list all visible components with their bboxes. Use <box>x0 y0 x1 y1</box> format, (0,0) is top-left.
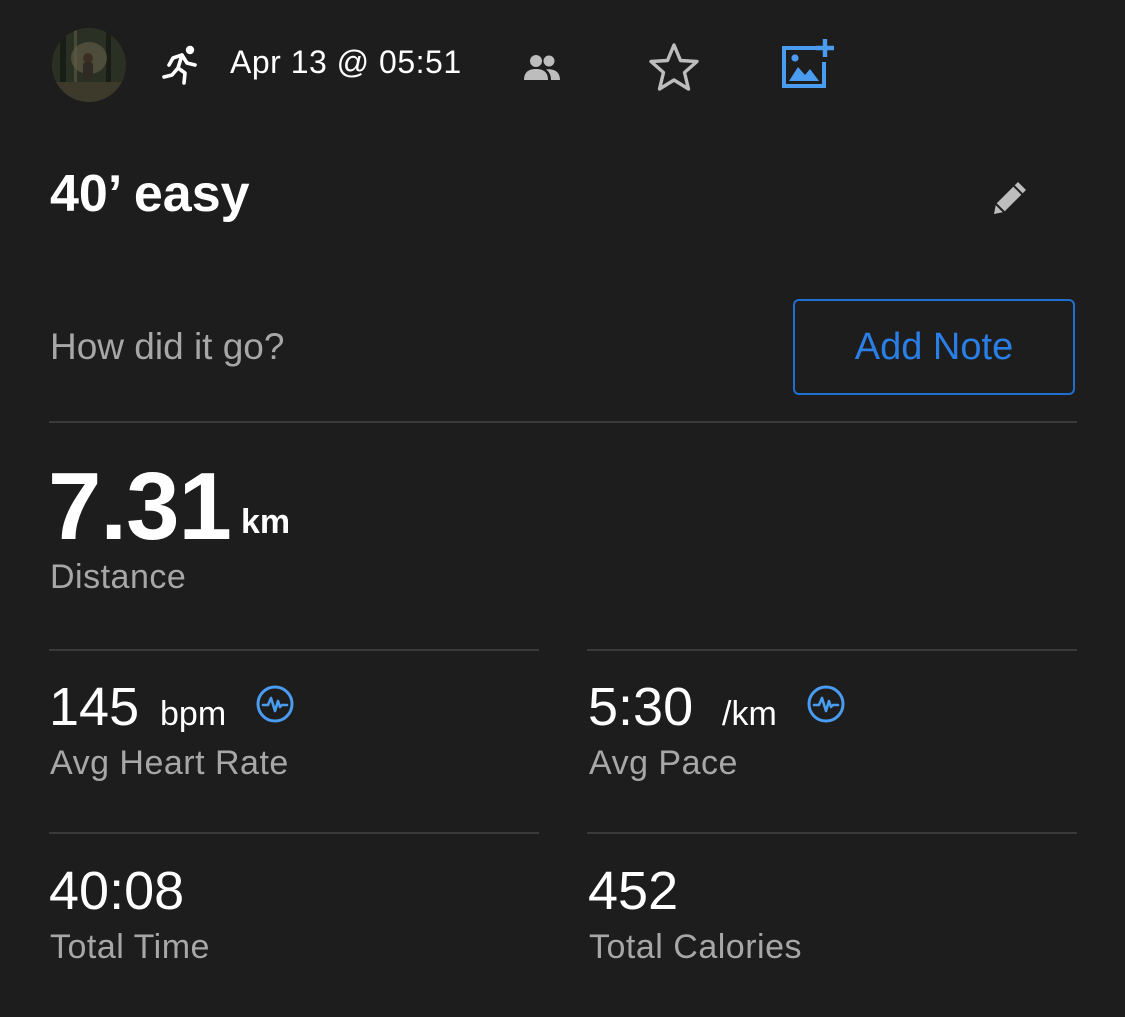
pace-value: 5:30 <box>588 677 694 737</box>
divider <box>49 421 1077 423</box>
divider <box>49 649 539 651</box>
distance-unit: km <box>241 503 291 541</box>
divider <box>49 832 539 834</box>
pace-pulse-icon[interactable] <box>806 684 846 724</box>
total-time-value: 40:08 <box>49 861 185 921</box>
note-prompt: How did it go? <box>50 326 285 367</box>
distance-label: Distance <box>50 558 187 596</box>
add-photo-icon[interactable] <box>780 38 836 90</box>
heart-rate-value: 145 <box>49 677 140 737</box>
calories-value: 452 <box>588 861 679 921</box>
distance-value: 7.31 <box>48 453 232 560</box>
activity-date: Apr 13 @ 05:51 <box>230 44 462 80</box>
people-icon[interactable] <box>522 52 562 82</box>
avatar[interactable] <box>52 28 126 102</box>
heart-rate-pulse-icon[interactable] <box>255 684 295 724</box>
activity-title: 40’ easy <box>50 165 250 223</box>
pace-label: Avg Pace <box>589 744 738 782</box>
edit-pencil-icon[interactable] <box>988 176 1032 220</box>
divider <box>587 832 1077 834</box>
total-time-label: Total Time <box>50 928 210 966</box>
avatar-image <box>52 28 126 102</box>
calories-label: Total Calories <box>589 928 802 966</box>
pace-unit: /km <box>722 695 777 733</box>
add-note-button[interactable]: Add Note <box>793 299 1075 395</box>
star-icon[interactable] <box>648 42 700 92</box>
running-icon <box>160 44 202 86</box>
divider <box>587 649 1077 651</box>
heart-rate-unit: bpm <box>160 695 227 733</box>
heart-rate-label: Avg Heart Rate <box>50 744 289 782</box>
